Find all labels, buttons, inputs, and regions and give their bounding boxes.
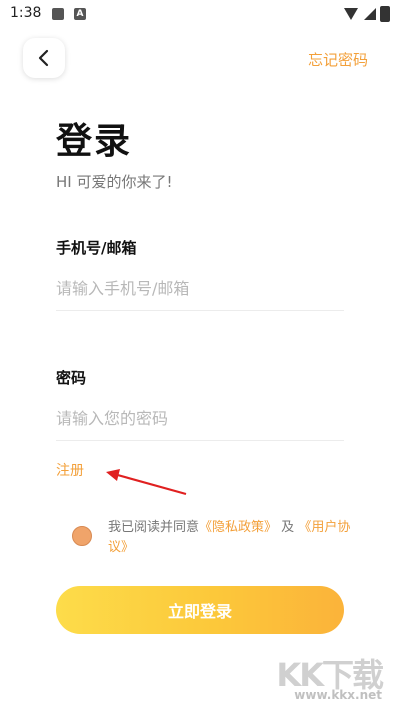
agreement-and: 及 bbox=[281, 520, 295, 535]
page-subtitle: HI 可爱的你来了! bbox=[56, 173, 173, 191]
signal-icon bbox=[364, 8, 376, 20]
watermark-url: www.kkx.net bbox=[294, 688, 382, 702]
battery-icon bbox=[380, 6, 390, 22]
status-time: 1:38 bbox=[10, 5, 42, 21]
password-input[interactable] bbox=[56, 396, 344, 441]
a-icon: A bbox=[74, 8, 86, 20]
agreement-text: 我已阅读并同意《隐私政策》 及 《用户协议》 bbox=[108, 518, 358, 558]
login-button[interactable]: 立即登录 bbox=[56, 586, 344, 634]
agreement-checkbox[interactable] bbox=[72, 526, 92, 546]
status-bar: 1:38 A bbox=[0, 0, 400, 30]
wifi-icon bbox=[344, 8, 358, 20]
privacy-policy-link[interactable]: 《隐私政策》 bbox=[199, 520, 277, 535]
phone-email-input[interactable] bbox=[56, 266, 344, 311]
page-title: 登录 bbox=[56, 121, 133, 162]
back-button[interactable] bbox=[23, 38, 65, 78]
forgot-password-link[interactable]: 忘记密码 bbox=[308, 49, 368, 70]
image-icon bbox=[52, 8, 64, 20]
register-link[interactable]: 注册 bbox=[56, 460, 84, 480]
watermark: KK下载 www.kkx.net bbox=[272, 650, 392, 710]
agreement-prefix: 我已阅读并同意 bbox=[108, 520, 200, 535]
phone-email-label: 手机号/邮箱 bbox=[56, 239, 137, 257]
red-arrow-annotation bbox=[106, 469, 187, 496]
password-label: 密码 bbox=[56, 369, 87, 387]
chevron-left-icon bbox=[38, 49, 49, 67]
